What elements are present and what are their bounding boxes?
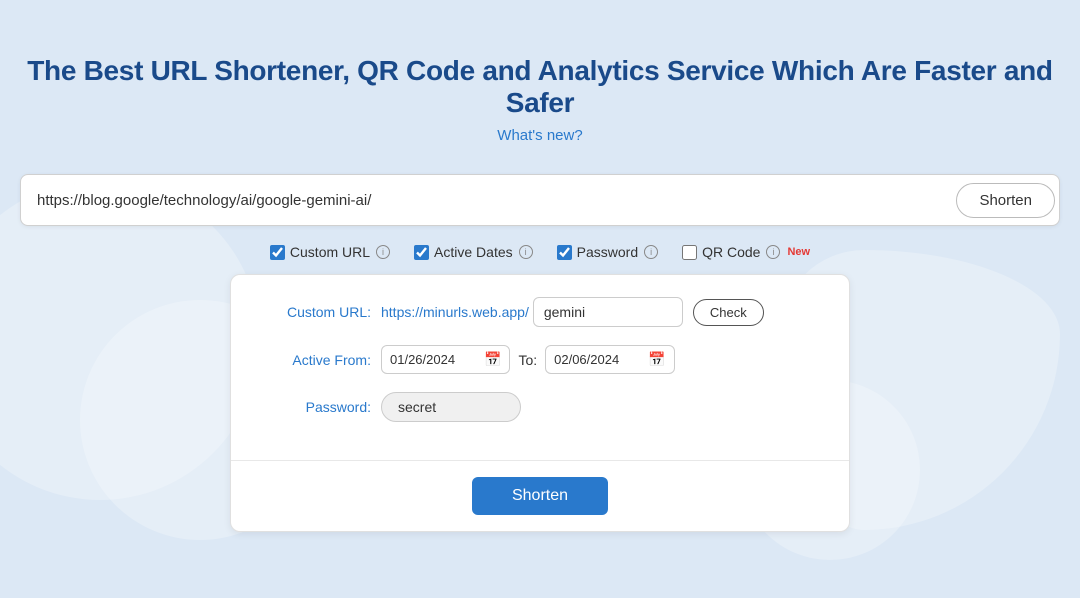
shorten-button-main[interactable]: Shorten <box>956 183 1055 218</box>
password-input[interactable] <box>381 392 521 422</box>
calendar-from-icon[interactable]: 📅 <box>484 351 501 368</box>
active-dates-row: Active From: 📅 To: 📅 <box>261 345 819 374</box>
page-subtitle: What's new? <box>497 127 582 144</box>
qr-code-checkbox[interactable] <box>682 245 697 260</box>
custom-url-prefix: https://minurls.web.app/ <box>381 304 529 320</box>
password-row: Password: <box>261 392 819 422</box>
active-dates-info-icon[interactable]: i <box>519 245 533 259</box>
option-active-dates[interactable]: Active Dates i <box>414 244 533 260</box>
custom-url-checkbox[interactable] <box>270 245 285 260</box>
active-to-wrap: 📅 <box>545 345 674 374</box>
option-custom-url[interactable]: Custom URL i <box>270 244 390 260</box>
password-row-label: Password: <box>261 399 371 415</box>
custom-url-label: Custom URL <box>290 244 370 260</box>
custom-url-info-icon[interactable]: i <box>376 245 390 259</box>
custom-url-value-input[interactable] <box>533 297 683 327</box>
calendar-to-icon[interactable]: 📅 <box>648 351 665 368</box>
option-qr-code[interactable]: QR Code i New <box>682 244 810 260</box>
to-label: To: <box>518 352 537 368</box>
check-button[interactable]: Check <box>693 299 764 326</box>
page-wrapper: The Best URL Shortener, QR Code and Anal… <box>0 0 1080 532</box>
url-input[interactable] <box>37 192 948 209</box>
active-to-input[interactable] <box>554 352 644 367</box>
active-dates-label: Active Dates <box>434 244 513 260</box>
active-dates-checkbox[interactable] <box>414 245 429 260</box>
active-from-input[interactable] <box>390 352 480 367</box>
qr-code-new-badge: New <box>787 246 810 258</box>
shorten-button-panel[interactable]: Shorten <box>472 477 608 515</box>
password-label: Password <box>577 244 638 260</box>
page-title: The Best URL Shortener, QR Code and Anal… <box>0 55 1080 119</box>
panel-footer: Shorten <box>231 461 849 531</box>
custom-url-row-label: Custom URL: <box>261 304 371 320</box>
expanded-panel: Custom URL: https://minurls.web.app/ Che… <box>230 274 850 532</box>
qr-code-info-icon[interactable]: i <box>766 245 780 259</box>
option-password[interactable]: Password i <box>557 244 658 260</box>
qr-code-label: QR Code <box>702 244 760 260</box>
password-checkbox[interactable] <box>557 245 572 260</box>
options-row: Custom URL i Active Dates i Password i Q… <box>270 244 810 260</box>
active-from-wrap: 📅 <box>381 345 510 374</box>
password-info-icon[interactable]: i <box>644 245 658 259</box>
custom-url-row: Custom URL: https://minurls.web.app/ Che… <box>261 297 819 327</box>
active-from-label: Active From: <box>261 352 371 368</box>
panel-body: Custom URL: https://minurls.web.app/ Che… <box>231 275 849 460</box>
url-input-row: Shorten <box>20 174 1060 226</box>
